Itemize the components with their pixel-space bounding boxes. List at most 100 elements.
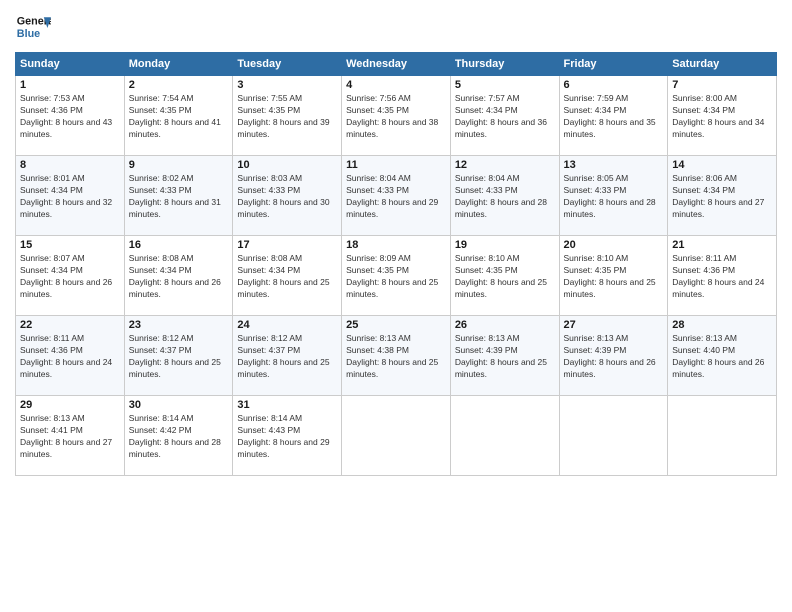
cell-content: Sunrise: 8:10 AM Sunset: 4:35 PM Dayligh… [455,253,555,301]
day-number: 19 [455,239,555,251]
calendar-cell: 11 Sunrise: 8:04 AM Sunset: 4:33 PM Dayl… [342,156,451,236]
day-number: 20 [564,239,664,251]
day-number: 2 [129,79,229,91]
day-number: 29 [20,399,120,411]
cell-content: Sunrise: 8:08 AM Sunset: 4:34 PM Dayligh… [129,253,229,301]
day-number: 30 [129,399,229,411]
cell-content: Sunrise: 8:05 AM Sunset: 4:33 PM Dayligh… [564,173,664,221]
weekday-header: Monday [124,53,233,76]
day-number: 22 [20,319,120,331]
calendar-cell: 10 Sunrise: 8:03 AM Sunset: 4:33 PM Dayl… [233,156,342,236]
calendar-week-row: 1 Sunrise: 7:53 AM Sunset: 4:36 PM Dayli… [16,76,777,156]
day-number: 24 [237,319,337,331]
weekday-header: Sunday [16,53,125,76]
cell-content: Sunrise: 8:14 AM Sunset: 4:43 PM Dayligh… [237,413,337,461]
cell-content: Sunrise: 8:10 AM Sunset: 4:35 PM Dayligh… [564,253,664,301]
calendar-cell [450,396,559,476]
calendar-cell [559,396,668,476]
cell-content: Sunrise: 8:09 AM Sunset: 4:35 PM Dayligh… [346,253,446,301]
cell-content: Sunrise: 8:11 AM Sunset: 4:36 PM Dayligh… [672,253,772,301]
day-number: 28 [672,319,772,331]
header-row: SundayMondayTuesdayWednesdayThursdayFrid… [16,53,777,76]
cell-content: Sunrise: 8:13 AM Sunset: 4:41 PM Dayligh… [20,413,120,461]
calendar-cell: 22 Sunrise: 8:11 AM Sunset: 4:36 PM Dayl… [16,316,125,396]
cell-content: Sunrise: 7:56 AM Sunset: 4:35 PM Dayligh… [346,93,446,141]
day-number: 25 [346,319,446,331]
weekday-header: Tuesday [233,53,342,76]
header: General Blue [15,10,777,46]
calendar-cell: 26 Sunrise: 8:13 AM Sunset: 4:39 PM Dayl… [450,316,559,396]
logo-icon: General Blue [15,10,51,46]
calendar-cell: 1 Sunrise: 7:53 AM Sunset: 4:36 PM Dayli… [16,76,125,156]
cell-content: Sunrise: 7:54 AM Sunset: 4:35 PM Dayligh… [129,93,229,141]
calendar-cell: 29 Sunrise: 8:13 AM Sunset: 4:41 PM Dayl… [16,396,125,476]
weekday-header: Wednesday [342,53,451,76]
svg-text:Blue: Blue [17,28,40,40]
day-number: 9 [129,159,229,171]
calendar-cell: 14 Sunrise: 8:06 AM Sunset: 4:34 PM Dayl… [668,156,777,236]
cell-content: Sunrise: 7:55 AM Sunset: 4:35 PM Dayligh… [237,93,337,141]
calendar-cell: 24 Sunrise: 8:12 AM Sunset: 4:37 PM Dayl… [233,316,342,396]
day-number: 4 [346,79,446,91]
calendar-cell: 16 Sunrise: 8:08 AM Sunset: 4:34 PM Dayl… [124,236,233,316]
calendar-week-row: 29 Sunrise: 8:13 AM Sunset: 4:41 PM Dayl… [16,396,777,476]
cell-content: Sunrise: 8:14 AM Sunset: 4:42 PM Dayligh… [129,413,229,461]
day-number: 16 [129,239,229,251]
calendar-cell: 9 Sunrise: 8:02 AM Sunset: 4:33 PM Dayli… [124,156,233,236]
calendar-cell: 8 Sunrise: 8:01 AM Sunset: 4:34 PM Dayli… [16,156,125,236]
day-number: 12 [455,159,555,171]
cell-content: Sunrise: 8:02 AM Sunset: 4:33 PM Dayligh… [129,173,229,221]
calendar-cell: 31 Sunrise: 8:14 AM Sunset: 4:43 PM Dayl… [233,396,342,476]
calendar-cell [668,396,777,476]
calendar-week-row: 8 Sunrise: 8:01 AM Sunset: 4:34 PM Dayli… [16,156,777,236]
calendar-cell: 4 Sunrise: 7:56 AM Sunset: 4:35 PM Dayli… [342,76,451,156]
calendar-cell: 6 Sunrise: 7:59 AM Sunset: 4:34 PM Dayli… [559,76,668,156]
weekday-header: Thursday [450,53,559,76]
calendar-cell: 15 Sunrise: 8:07 AM Sunset: 4:34 PM Dayl… [16,236,125,316]
day-number: 6 [564,79,664,91]
day-number: 17 [237,239,337,251]
day-number: 10 [237,159,337,171]
cell-content: Sunrise: 8:04 AM Sunset: 4:33 PM Dayligh… [346,173,446,221]
calendar-cell: 21 Sunrise: 8:11 AM Sunset: 4:36 PM Dayl… [668,236,777,316]
calendar-cell: 3 Sunrise: 7:55 AM Sunset: 4:35 PM Dayli… [233,76,342,156]
cell-content: Sunrise: 8:00 AM Sunset: 4:34 PM Dayligh… [672,93,772,141]
cell-content: Sunrise: 7:59 AM Sunset: 4:34 PM Dayligh… [564,93,664,141]
cell-content: Sunrise: 8:03 AM Sunset: 4:33 PM Dayligh… [237,173,337,221]
calendar-cell: 18 Sunrise: 8:09 AM Sunset: 4:35 PM Dayl… [342,236,451,316]
day-number: 3 [237,79,337,91]
day-number: 11 [346,159,446,171]
day-number: 7 [672,79,772,91]
cell-content: Sunrise: 8:13 AM Sunset: 4:40 PM Dayligh… [672,333,772,381]
calendar-cell: 30 Sunrise: 8:14 AM Sunset: 4:42 PM Dayl… [124,396,233,476]
day-number: 14 [672,159,772,171]
calendar-cell: 28 Sunrise: 8:13 AM Sunset: 4:40 PM Dayl… [668,316,777,396]
day-number: 13 [564,159,664,171]
calendar-cell: 13 Sunrise: 8:05 AM Sunset: 4:33 PM Dayl… [559,156,668,236]
cell-content: Sunrise: 8:01 AM Sunset: 4:34 PM Dayligh… [20,173,120,221]
cell-content: Sunrise: 8:13 AM Sunset: 4:39 PM Dayligh… [564,333,664,381]
day-number: 8 [20,159,120,171]
day-number: 26 [455,319,555,331]
cell-content: Sunrise: 8:04 AM Sunset: 4:33 PM Dayligh… [455,173,555,221]
cell-content: Sunrise: 7:57 AM Sunset: 4:34 PM Dayligh… [455,93,555,141]
day-number: 15 [20,239,120,251]
calendar-cell: 20 Sunrise: 8:10 AM Sunset: 4:35 PM Dayl… [559,236,668,316]
weekday-header: Saturday [668,53,777,76]
cell-content: Sunrise: 8:13 AM Sunset: 4:38 PM Dayligh… [346,333,446,381]
calendar-cell: 5 Sunrise: 7:57 AM Sunset: 4:34 PM Dayli… [450,76,559,156]
day-number: 5 [455,79,555,91]
cell-content: Sunrise: 7:53 AM Sunset: 4:36 PM Dayligh… [20,93,120,141]
day-number: 31 [237,399,337,411]
calendar-week-row: 15 Sunrise: 8:07 AM Sunset: 4:34 PM Dayl… [16,236,777,316]
cell-content: Sunrise: 8:13 AM Sunset: 4:39 PM Dayligh… [455,333,555,381]
cell-content: Sunrise: 8:08 AM Sunset: 4:34 PM Dayligh… [237,253,337,301]
calendar-cell: 7 Sunrise: 8:00 AM Sunset: 4:34 PM Dayli… [668,76,777,156]
cell-content: Sunrise: 8:12 AM Sunset: 4:37 PM Dayligh… [129,333,229,381]
calendar-cell: 27 Sunrise: 8:13 AM Sunset: 4:39 PM Dayl… [559,316,668,396]
calendar-week-row: 22 Sunrise: 8:11 AM Sunset: 4:36 PM Dayl… [16,316,777,396]
logo: General Blue [15,10,51,46]
calendar-cell: 17 Sunrise: 8:08 AM Sunset: 4:34 PM Dayl… [233,236,342,316]
calendar-cell: 2 Sunrise: 7:54 AM Sunset: 4:35 PM Dayli… [124,76,233,156]
cell-content: Sunrise: 8:06 AM Sunset: 4:34 PM Dayligh… [672,173,772,221]
